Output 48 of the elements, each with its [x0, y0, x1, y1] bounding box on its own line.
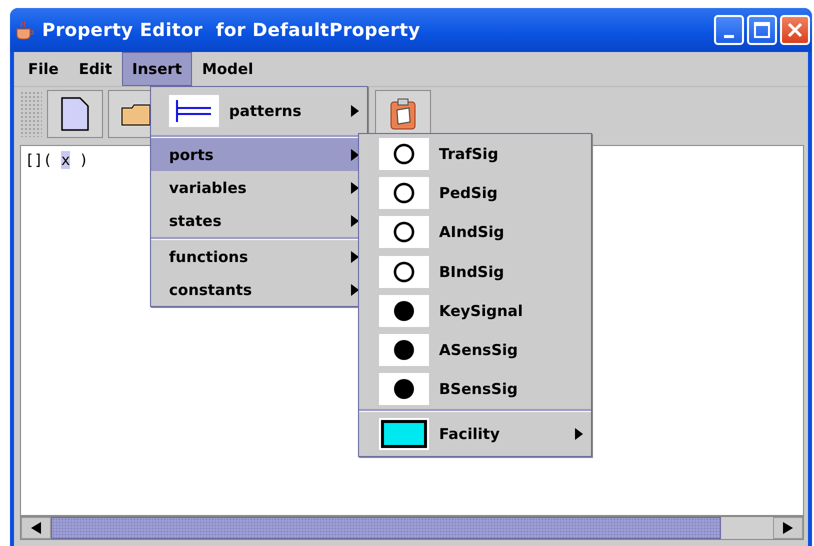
menu-title[interactable]: Model — [192, 52, 264, 86]
circle-outline-icon — [393, 260, 415, 283]
menu-item[interactable]: KeySignal — [359, 291, 591, 330]
submenu-arrow-icon — [351, 148, 359, 160]
submenu-arrow-icon — [351, 182, 359, 194]
filled-circle-icon — [393, 300, 415, 322]
filled-circle-icon — [393, 378, 415, 400]
new-file-icon — [61, 97, 89, 131]
minimize-icon — [724, 34, 734, 38]
menu-title[interactable]: Insert — [122, 52, 192, 86]
right-arrow-icon — [783, 522, 793, 534]
circle-outline-icon — [393, 182, 415, 204]
facility-icon — [381, 420, 427, 448]
menu-item[interactable]: ASensSig — [359, 330, 591, 370]
coffee-cup-icon — [14, 19, 36, 41]
menu-title[interactable]: File — [18, 52, 69, 86]
scroll-right-button[interactable] — [773, 517, 803, 539]
pattern-lines-icon — [175, 100, 213, 122]
toolbar-button[interactable] — [47, 90, 103, 138]
horizontal-scrollbar[interactable] — [20, 516, 804, 540]
submenu-arrow-icon — [351, 284, 359, 296]
menu-item[interactable]: BSensSig — [359, 370, 591, 410]
maximize-icon — [753, 21, 771, 39]
close-icon — [787, 22, 803, 38]
menu-item[interactable]: patterns — [151, 87, 367, 135]
folder-icon — [121, 102, 151, 126]
menu-item[interactable]: PedSig — [359, 173, 591, 213]
window-title: Property Editor for DefaultProperty — [42, 20, 422, 40]
code-text: []( x ) — [25, 151, 88, 169]
toolbar-grip[interactable] — [20, 91, 42, 137]
scroll-thumb[interactable] — [51, 517, 721, 539]
scroll-left-button[interactable] — [21, 517, 51, 539]
submenu-arrow-icon — [351, 250, 359, 262]
menu-title[interactable]: Edit — [68, 52, 122, 86]
submenu-arrow-icon — [351, 105, 359, 117]
minimize-button[interactable] — [714, 15, 744, 45]
circle-outline-icon — [393, 221, 415, 244]
submenu-arrow-icon — [351, 214, 359, 226]
menu-item[interactable]: BIndSig — [359, 252, 591, 292]
close-button[interactable] — [780, 15, 810, 45]
menu-item[interactable]: Facility — [359, 412, 591, 456]
menu-item[interactable]: AIndSig — [359, 212, 591, 252]
clipboard-icon — [390, 98, 416, 130]
circle-outline-icon — [393, 142, 415, 165]
left-arrow-icon — [31, 522, 41, 534]
filled-circle-icon — [393, 339, 415, 362]
maximize-button[interactable] — [747, 15, 777, 45]
submenu-arrow-icon — [575, 428, 583, 440]
